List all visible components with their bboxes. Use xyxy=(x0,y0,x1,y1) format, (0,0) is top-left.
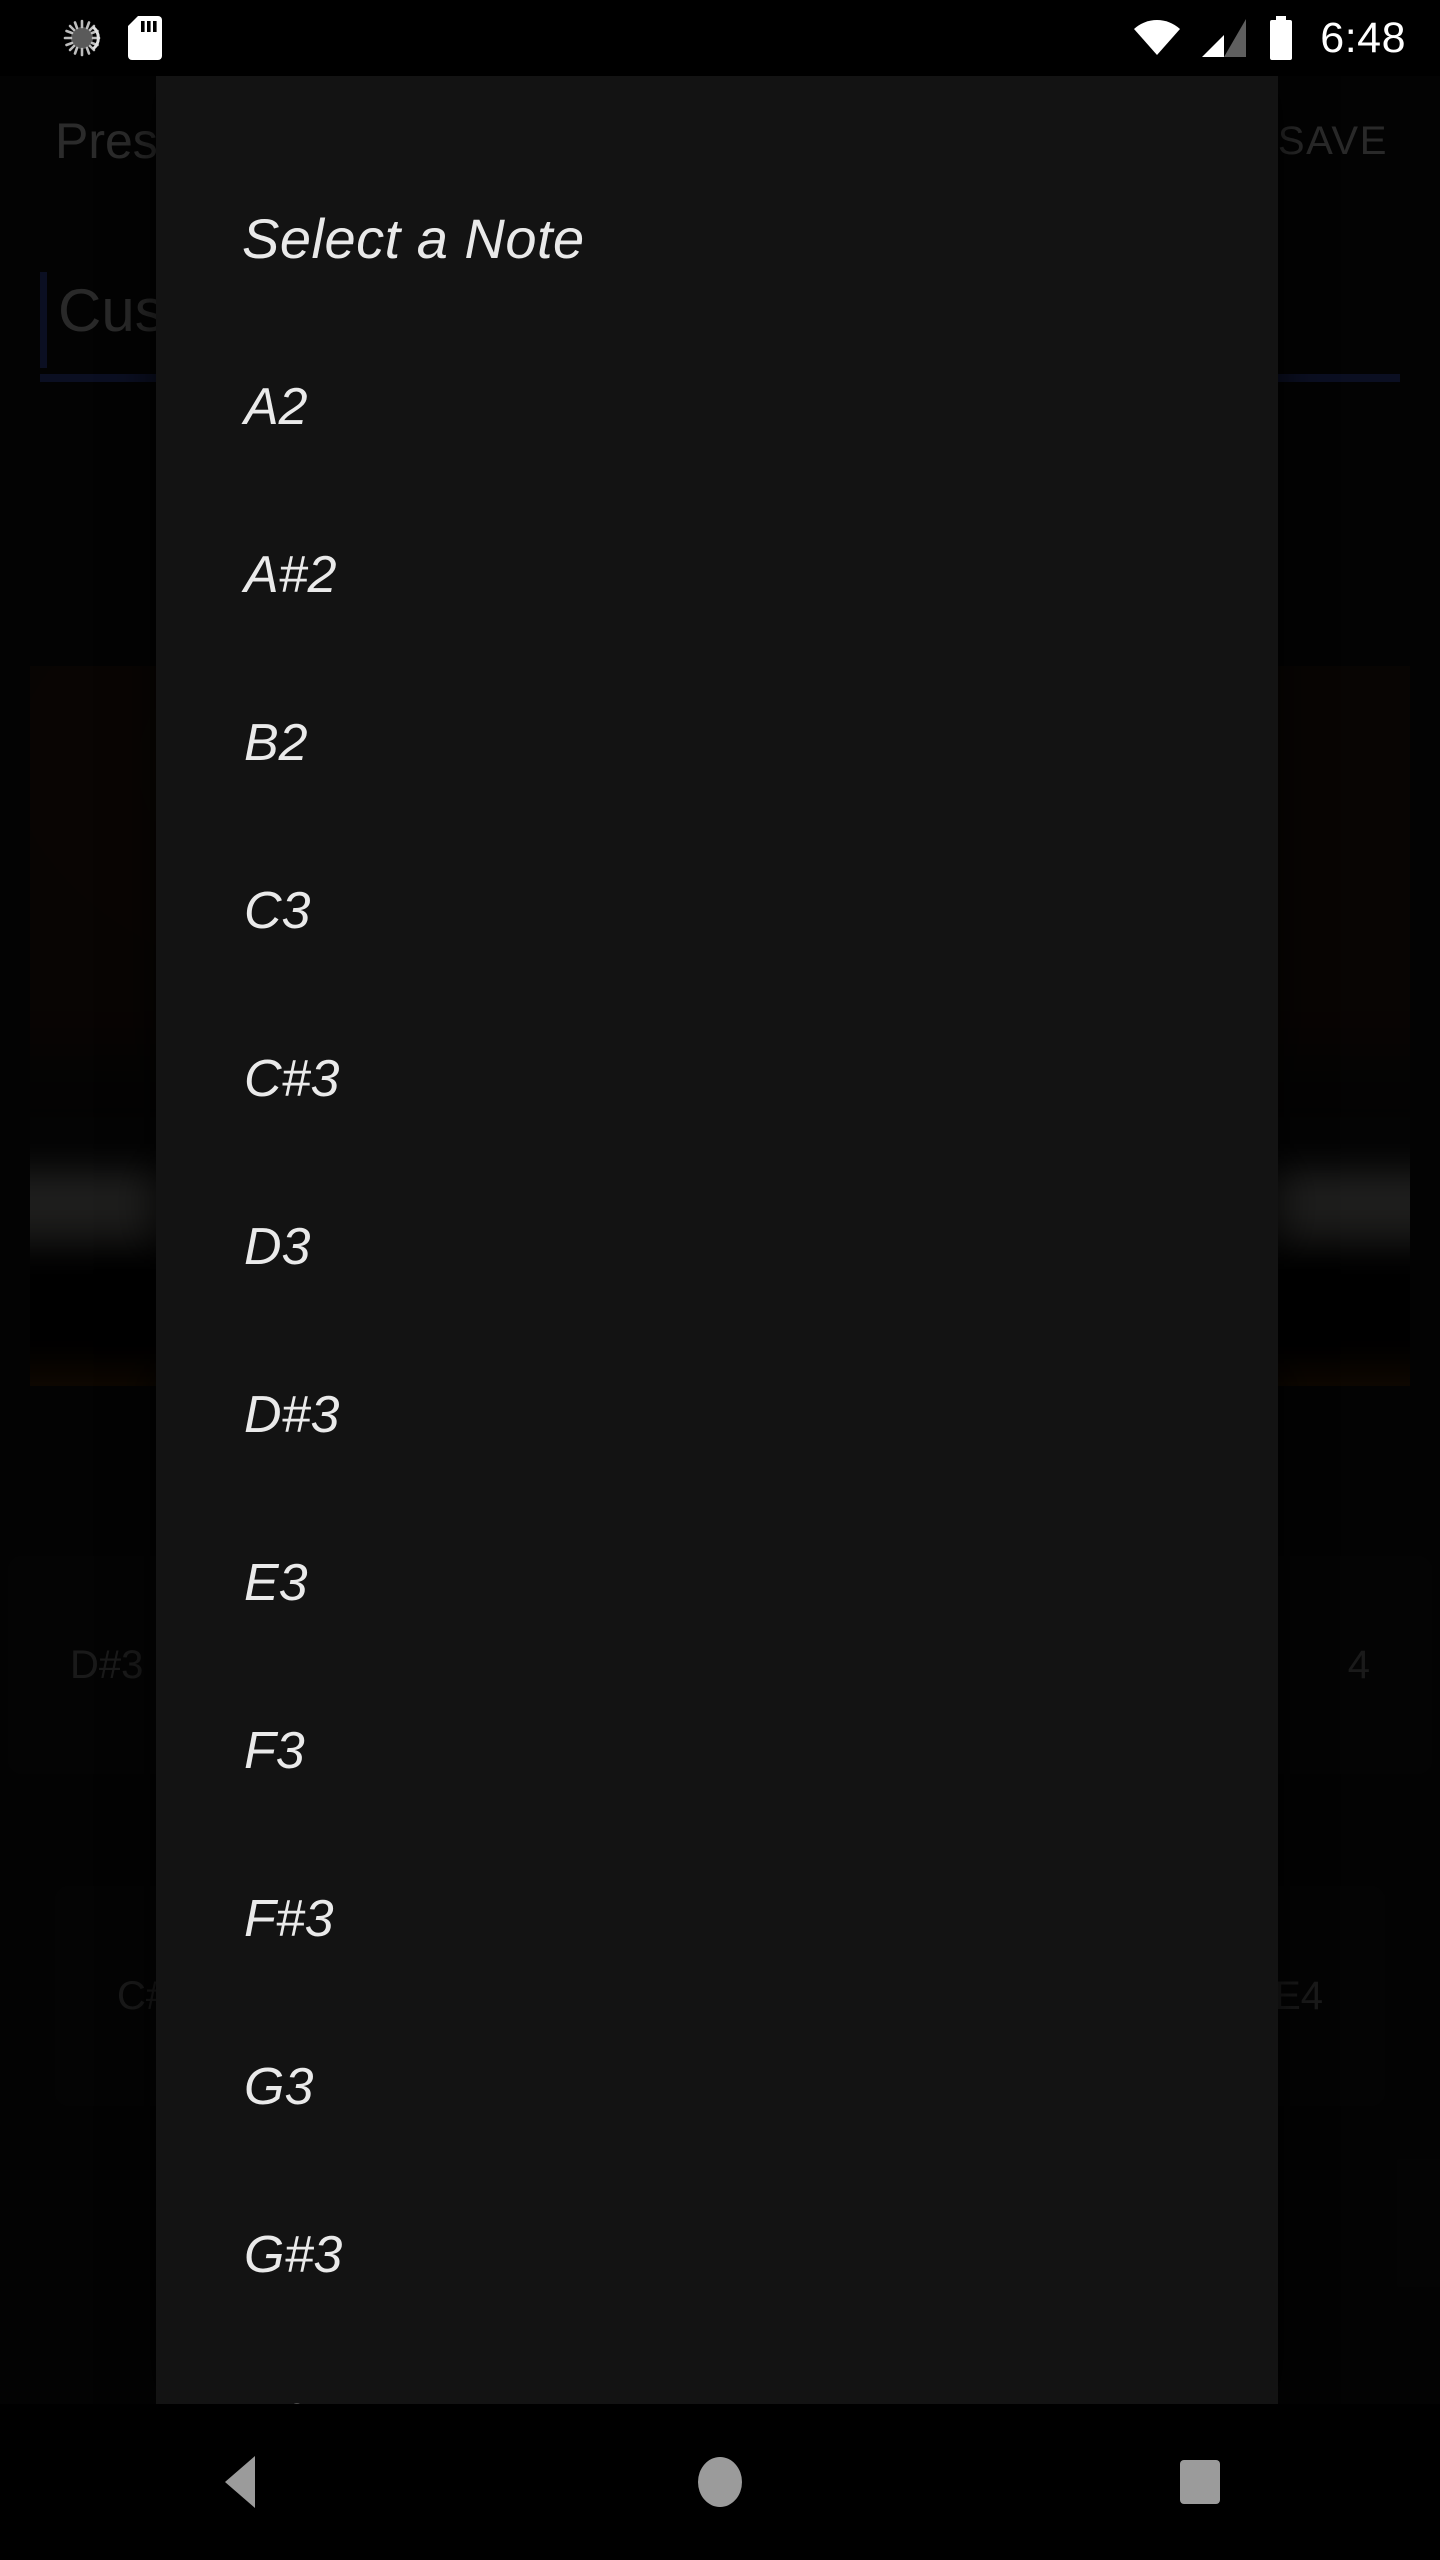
note-option-fs3[interactable]: F#3 xyxy=(156,1835,1278,2003)
select-note-dialog: Select a Note A2 A#2 B2 C3 C#3 D3 D#3 E3… xyxy=(156,76,1278,2404)
back-triangle-icon xyxy=(225,2456,255,2508)
note-option-g3[interactable]: G3 xyxy=(156,2003,1278,2171)
note-option-a3[interactable]: A3 xyxy=(156,2339,1278,2404)
battery-icon xyxy=(1268,16,1294,60)
sd-card-icon xyxy=(128,16,162,60)
status-bar: 6:48 xyxy=(0,0,1440,76)
note-option-e3[interactable]: E3 xyxy=(156,1499,1278,1667)
note-option-f3[interactable]: F3 xyxy=(156,1667,1278,1835)
note-option-label: B2 xyxy=(244,714,308,772)
wifi-icon xyxy=(1134,20,1181,56)
status-bar-right-icons: 6:48 xyxy=(1134,16,1406,60)
nav-back-button[interactable] xyxy=(150,2404,330,2560)
note-option-label: G#3 xyxy=(244,2226,343,2284)
home-circle-icon xyxy=(698,2457,742,2507)
note-option-label: D#3 xyxy=(244,1386,340,1444)
note-option-d3[interactable]: D3 xyxy=(156,1163,1278,1331)
note-option-cs3[interactable]: C#3 xyxy=(156,995,1278,1163)
note-option-label: A2 xyxy=(244,378,308,436)
nav-recents-button[interactable] xyxy=(1110,2404,1290,2560)
note-option-label: D3 xyxy=(244,1218,311,1276)
note-option-list[interactable]: A2 A#2 B2 C3 C#3 D3 D#3 E3 F3 F#3 G3 G#3… xyxy=(156,271,1278,2404)
note-option-label: E3 xyxy=(244,1554,308,1612)
status-bar-clock: 6:48 xyxy=(1320,13,1406,62)
note-option-ds3[interactable]: D#3 xyxy=(156,1331,1278,1499)
dialog-title: Select a Note xyxy=(242,207,585,270)
note-option-label: C#3 xyxy=(244,1050,340,1108)
note-option-as2[interactable]: A#2 xyxy=(156,491,1278,659)
note-option-c3[interactable]: C3 xyxy=(156,827,1278,995)
android-navigation-bar xyxy=(0,2404,1440,2560)
note-option-label: F3 xyxy=(244,1722,305,1780)
nav-home-button[interactable] xyxy=(630,2404,810,2560)
sync-spinner-icon xyxy=(62,18,102,58)
note-option-b2[interactable]: B2 xyxy=(156,659,1278,827)
note-option-label: F#3 xyxy=(244,1890,334,1948)
note-option-label: C3 xyxy=(244,882,311,940)
cellular-signal-icon xyxy=(1202,19,1247,57)
note-option-label: A3 xyxy=(244,2397,308,2404)
note-option-a2[interactable]: A2 xyxy=(156,323,1278,491)
note-option-label: A#2 xyxy=(244,546,337,604)
note-option-gs3[interactable]: G#3 xyxy=(156,2171,1278,2339)
status-bar-left-icons xyxy=(62,16,162,60)
recents-square-icon xyxy=(1180,2460,1220,2504)
note-option-label: G3 xyxy=(244,2058,314,2116)
